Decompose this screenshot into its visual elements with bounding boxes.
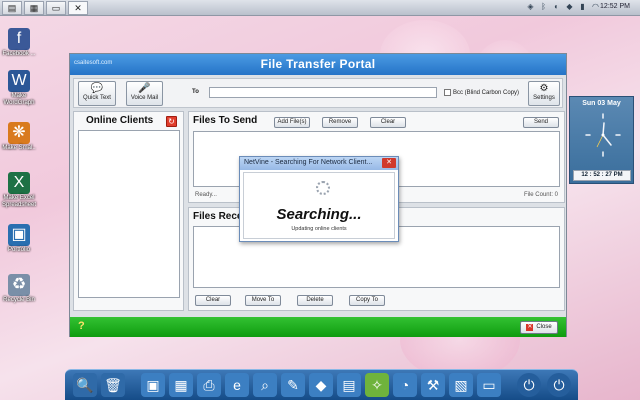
magnifier-icon[interactable]: ⌕ xyxy=(253,373,277,397)
bottom-dock: 🔍 🗑 ▣ ▦ ⎙ e ⌕ ✎ ◆ ▤ ✧ ◔ ⚒ ▧ ▭ ⏻ ⏻ xyxy=(65,369,578,400)
clear-send-button[interactable]: Clear xyxy=(370,117,406,128)
battery-icon[interactable]: ▮ xyxy=(578,2,587,12)
files-to-send-title: Files To Send xyxy=(193,115,258,126)
help-icon[interactable]: ? xyxy=(78,320,85,332)
desktop-icon-word[interactable]: W Make WordGraph xyxy=(2,70,36,107)
desktop-icon-butterfly[interactable]: ❋ Make Smal.. xyxy=(2,122,36,152)
files-received-title: Files Rece xyxy=(193,211,243,222)
checkbox-icon xyxy=(444,89,451,96)
window-footer: ? ✕ Close xyxy=(70,317,566,337)
online-clients-panel: Online Clients ↻ xyxy=(73,111,184,311)
clock-date: Sun 03 May xyxy=(582,100,621,107)
dialog-title-bar[interactable]: NetVine - Searching For Network Client..… xyxy=(240,157,398,170)
gear-icon: ⚙ xyxy=(539,83,549,94)
tools-icon[interactable]: ⚒ xyxy=(421,373,445,397)
voice-mail-button[interactable]: 🎤 Voice Mail xyxy=(126,81,163,106)
remove-button[interactable]: Remove xyxy=(322,117,358,128)
file-count-text: File Count: 0 xyxy=(523,192,558,198)
copy-to-button[interactable]: Copy To xyxy=(349,295,385,306)
taskbar-app-button[interactable]: ▦ xyxy=(24,1,44,15)
send-button[interactable]: Send xyxy=(523,117,559,128)
searching-message: Searching... xyxy=(276,206,362,223)
chat-icon: 💬 xyxy=(90,83,104,94)
window-title: File Transfer Portal xyxy=(260,57,376,71)
clear-received-button[interactable]: Clear xyxy=(195,295,231,306)
refresh-icon[interactable]: ↻ xyxy=(166,116,177,127)
taskbar-clock[interactable]: 12:52 PM xyxy=(600,3,630,10)
updating-message: Updating online clients xyxy=(291,226,347,232)
volume-icon[interactable]: ◐ xyxy=(552,2,561,12)
system-tray: ◈ ᛒ ◐ ◆ ▮ ◠ xyxy=(526,2,600,12)
paint-icon[interactable]: ✎ xyxy=(281,373,305,397)
bluetooth-icon[interactable]: ᛒ xyxy=(539,2,548,12)
taskbar-active-app-button[interactable]: ✕ xyxy=(68,1,88,15)
search-icon[interactable]: 🔍 xyxy=(73,373,97,397)
taskbar-app-button[interactable]: ▤ xyxy=(2,1,22,15)
analog-clock-icon xyxy=(585,113,621,157)
terminal-icon[interactable]: ▭ xyxy=(477,373,501,397)
browser-icon[interactable]: e xyxy=(225,373,249,397)
dialog-close-icon[interactable]: ✕ xyxy=(382,158,396,168)
butterfly-icon: ❋ xyxy=(8,122,30,144)
trash-icon[interactable]: 🗑 xyxy=(101,373,125,397)
desktop-icon-facebook[interactable]: f Facebook ... xyxy=(2,28,36,58)
quick-text-button[interactable]: 💬 Quick Text xyxy=(78,81,116,106)
clock-app-icon[interactable]: ◔ xyxy=(393,373,417,397)
online-clients-title: Online Clients xyxy=(86,115,154,126)
online-clients-list[interactable] xyxy=(78,130,180,298)
desktop-icon-excel[interactable]: X Make Excel Spreadsheet xyxy=(2,172,36,209)
portfolio-icon: ▣ xyxy=(8,224,30,246)
printer-icon[interactable]: ⎙ xyxy=(197,373,221,397)
bcc-checkbox[interactable]: Bcc (Blind Carbon Copy) xyxy=(444,89,519,96)
spreadsheet-icon[interactable]: ▦ xyxy=(169,373,193,397)
power-icon[interactable]: ⏻ xyxy=(517,373,541,397)
microphone-icon: 🎤 xyxy=(138,83,151,94)
excel-icon: X xyxy=(8,172,30,194)
window-title-bar[interactable]: csaitesoft.com File Transfer Portal xyxy=(70,54,566,75)
close-icon: ✕ xyxy=(526,324,534,331)
top-taskbar: ▤ ▦ ▭ ✕ ◈ ᛒ ◐ ◆ ▮ ◠ 12:52 PM xyxy=(0,0,640,16)
dialog-title: NetVine - Searching For Network Client..… xyxy=(244,159,373,166)
notes-icon[interactable]: ▤ xyxy=(337,373,361,397)
clock-widget[interactable]: Sun 03 May 12 : 52 : 27 PM xyxy=(569,96,634,184)
shield-icon[interactable]: ◆ xyxy=(565,2,574,12)
photos-icon[interactable]: ▧ xyxy=(449,373,473,397)
games-icon[interactable]: ◆ xyxy=(309,373,333,397)
searching-dialog: NetVine - Searching For Network Client..… xyxy=(239,156,399,242)
facebook-icon: f xyxy=(8,28,30,50)
send-status-text: Ready... xyxy=(195,192,217,198)
desktop-icon-recycle-bin[interactable]: ♻ Recycle Bin xyxy=(2,274,36,304)
word-icon: W xyxy=(8,70,30,92)
clock-digital-time: 12 : 52 : 27 PM xyxy=(573,170,631,181)
to-input[interactable] xyxy=(209,87,437,98)
taskbar-folder-button[interactable]: ▭ xyxy=(46,1,66,15)
shutdown-icon[interactable]: ⏻ xyxy=(547,373,571,397)
toolbar: 💬 Quick Text 🎤 Voice Mail To Bcc (Blind … xyxy=(73,78,563,108)
dialog-body: Searching... Updating online clients xyxy=(243,172,395,239)
to-label: To xyxy=(192,89,199,95)
delete-button[interactable]: Delete xyxy=(297,295,333,306)
desktop-icon[interactable]: ▣ xyxy=(141,373,165,397)
network-app-icon[interactable]: ✧ xyxy=(365,373,389,397)
settings-button[interactable]: ⚙ Settings xyxy=(528,81,560,106)
recycle-bin-icon: ♻ xyxy=(8,274,30,296)
add-files-button[interactable]: Add File(s) xyxy=(274,117,310,128)
close-button[interactable]: ✕ Close xyxy=(520,321,558,334)
move-to-button[interactable]: Move To xyxy=(245,295,281,306)
wifi-icon[interactable]: ◠ xyxy=(591,2,600,12)
loading-spinner-icon xyxy=(316,181,330,195)
network-icon[interactable]: ◈ xyxy=(526,2,535,12)
desktop-icon-portfolio[interactable]: ▣ Portfolio xyxy=(2,224,36,254)
